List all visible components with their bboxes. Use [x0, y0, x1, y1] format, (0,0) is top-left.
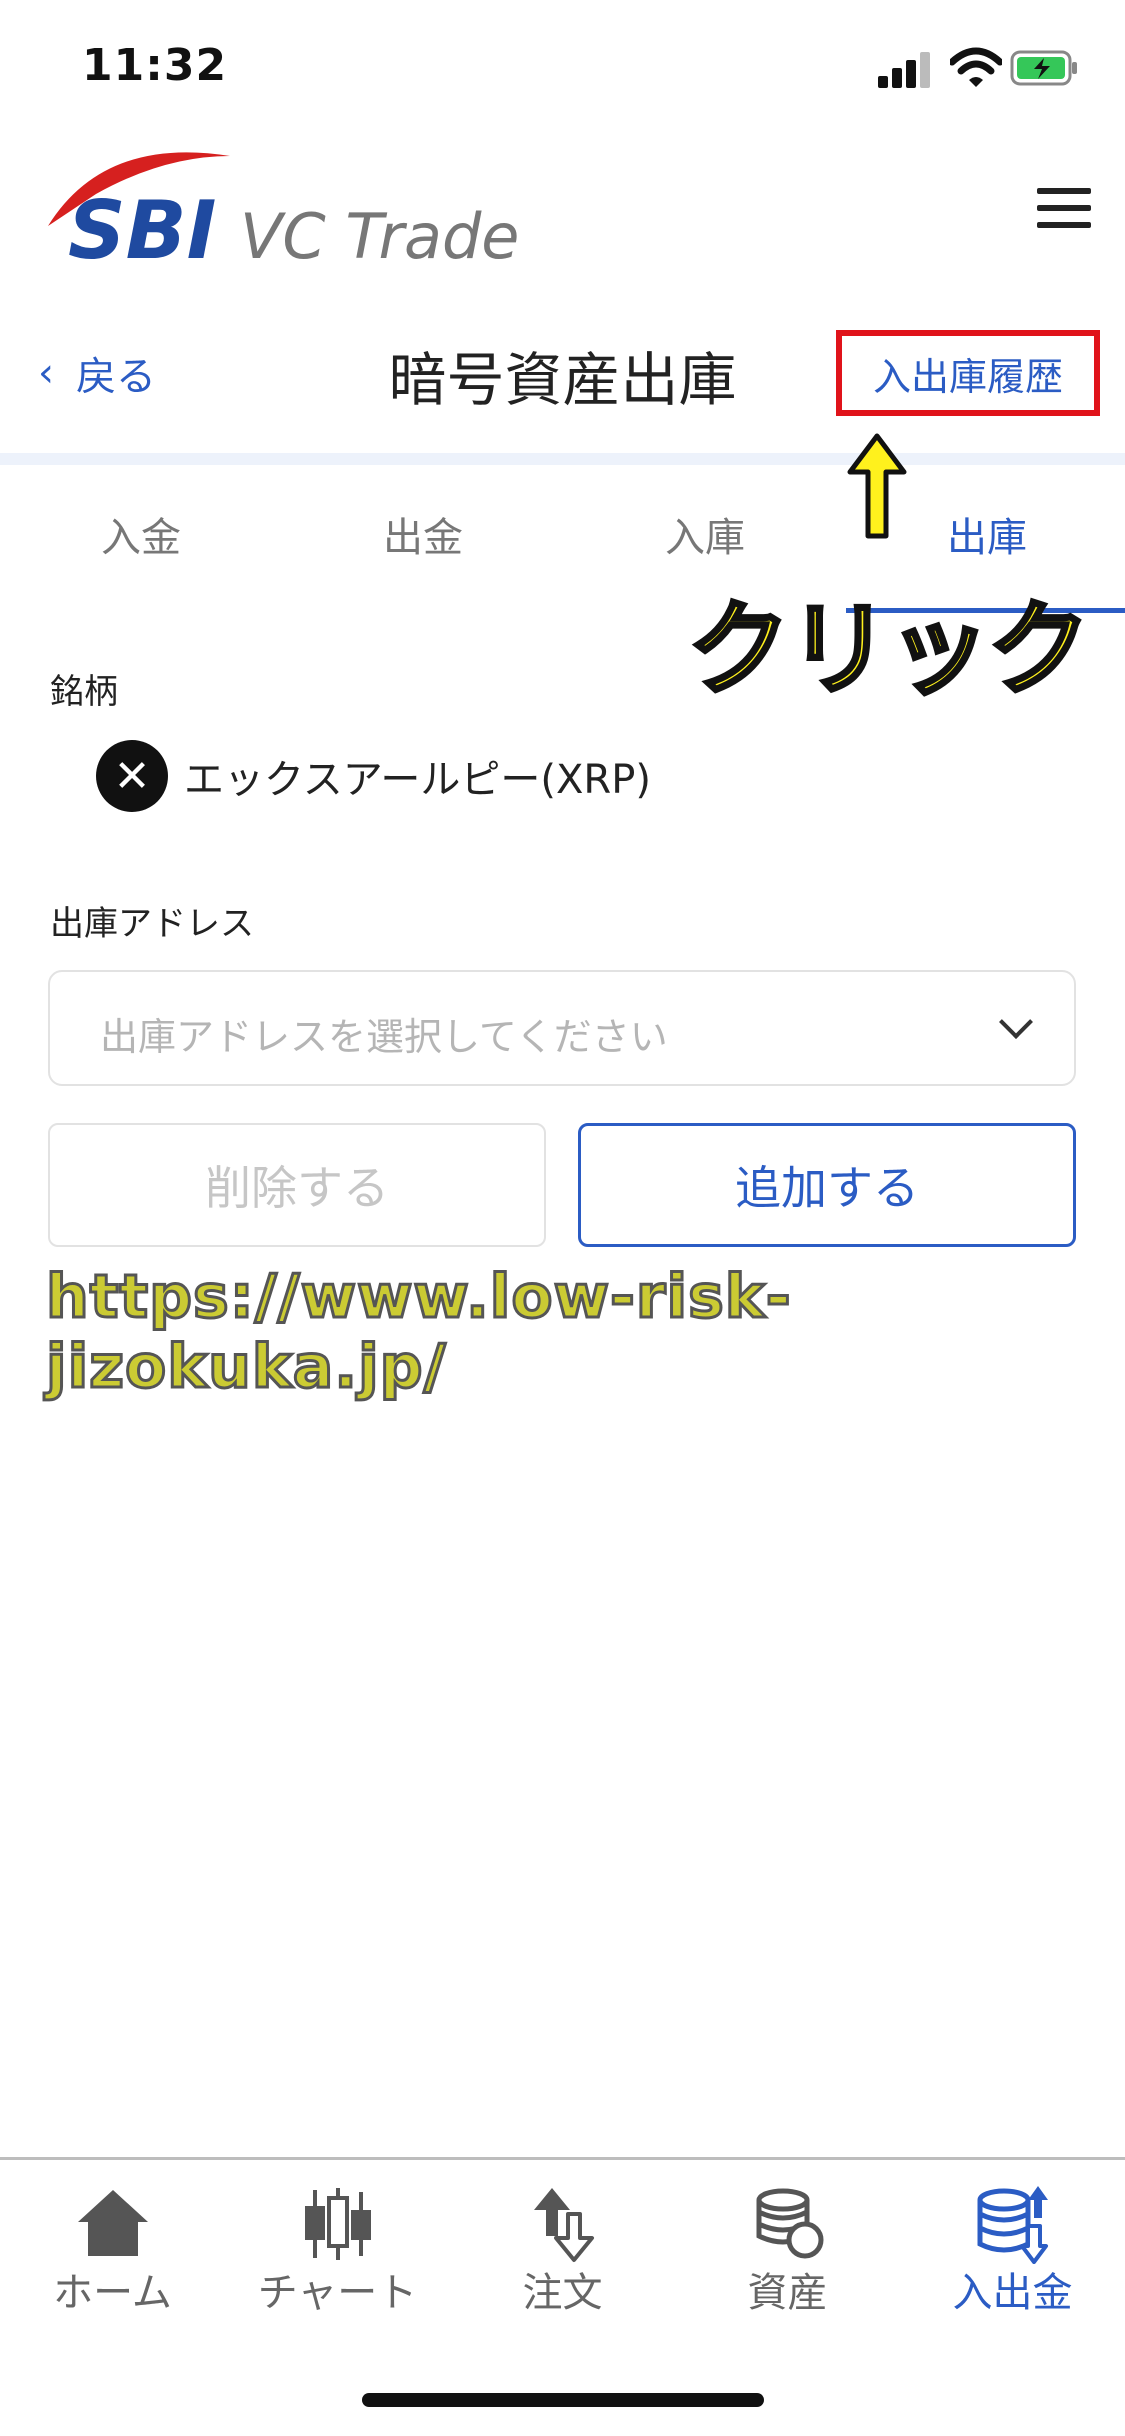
nav-deposit-withdraw-label: 入出金	[952, 2270, 1073, 2316]
xrp-icon: ✕	[96, 740, 168, 812]
menu-icon[interactable]	[1037, 188, 1091, 228]
nav-deposit-withdraw[interactable]: 入出金	[900, 2160, 1125, 2340]
nav-home[interactable]: ホーム	[0, 2160, 225, 2340]
address-select-placeholder: 出庫アドレスを選択してください	[100, 1015, 668, 1059]
address-select[interactable]: 出庫アドレスを選択してください	[48, 970, 1076, 1086]
logo-sbi-text: SBI	[68, 184, 216, 270]
tab-withdraw[interactable]: 出金	[282, 505, 564, 563]
delete-button-label: 削除する	[205, 1161, 389, 1215]
symbol-label: 銘柄	[50, 672, 118, 712]
home-indicator[interactable]	[362, 2393, 764, 2407]
assets-icon	[756, 2188, 824, 2259]
chart-icon	[305, 2188, 371, 2260]
nav-assets-label: 資産	[747, 2270, 828, 2316]
wifi-icon	[950, 47, 1002, 87]
nav-order[interactable]: 注文	[450, 2160, 675, 2340]
status-time: 11:32	[82, 40, 228, 91]
home-icon	[78, 2190, 148, 2256]
tab-bar: 入金 出金 入庫 出庫	[0, 505, 1125, 577]
deposit-withdraw-history-link[interactable]: 入出庫履歴	[836, 330, 1100, 416]
tab-receive[interactable]: 入庫	[564, 505, 846, 563]
nav-chart-label: チャート	[257, 2270, 418, 2316]
delete-button[interactable]: 削除する	[48, 1123, 546, 1247]
back-label: 戻る	[76, 354, 156, 400]
watermark-url: https://www.low-risk-jizokuka.jp/	[45, 1261, 793, 1404]
deposit-withdraw-icon	[977, 2186, 1048, 2264]
selected-coin: ✕ エックスアールピー(XRP)	[96, 740, 651, 812]
history-link-label: 入出庫履歴	[872, 354, 1063, 399]
annotation-arrow-icon	[847, 433, 907, 539]
order-icon	[534, 2188, 594, 2262]
add-button-label: 追加する	[735, 1161, 919, 1215]
annotation-click-text: クリック	[686, 589, 1092, 712]
coin-name: エックスアールピー(XRP)	[184, 757, 651, 803]
nav-home-label: ホーム	[53, 2270, 172, 2316]
chevron-left-icon: ‹	[38, 350, 54, 396]
address-label: 出庫アドレス	[50, 904, 254, 944]
header-divider	[0, 453, 1125, 465]
add-button[interactable]: 追加する	[578, 1123, 1076, 1247]
nav-order-label: 注文	[522, 2270, 603, 2316]
logo-product-text: VC Trade	[240, 200, 519, 270]
chevron-down-icon	[999, 1005, 1033, 1039]
battery-icon	[1010, 50, 1077, 86]
nav-assets[interactable]: 資産	[675, 2160, 900, 2340]
back-button[interactable]: ‹ 戻る	[38, 344, 156, 402]
signal-icon	[878, 50, 934, 88]
sbi-vc-trade-logo: SBI VC Trade	[48, 152, 519, 270]
tab-deposit[interactable]: 入金	[0, 505, 282, 563]
nav-chart[interactable]: チャート	[225, 2160, 450, 2340]
